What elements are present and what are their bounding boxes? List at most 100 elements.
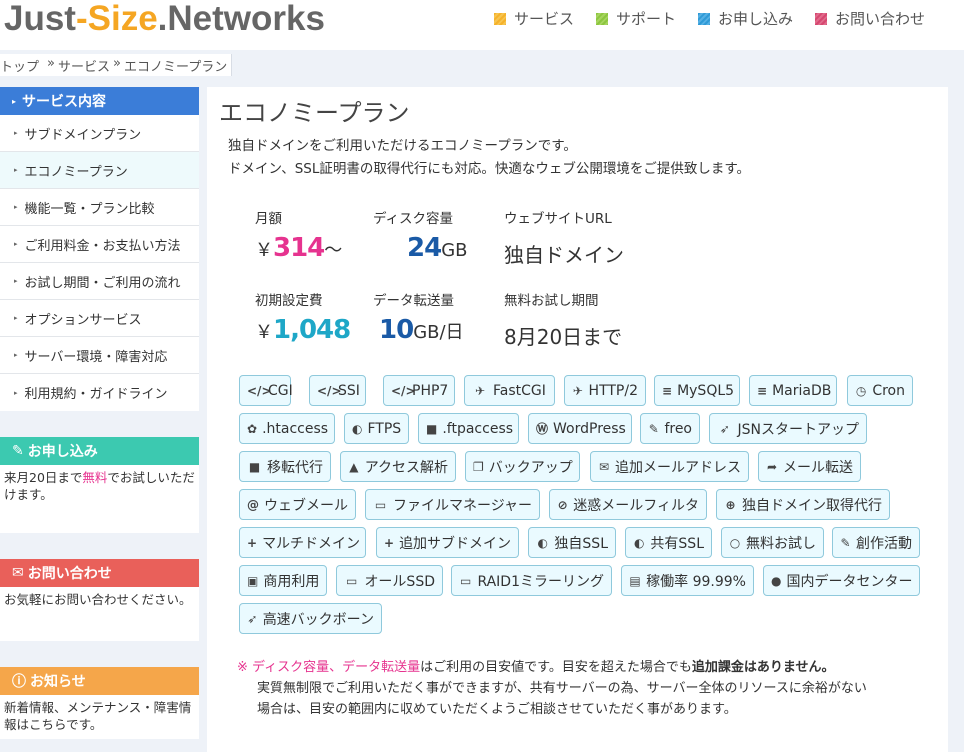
feature-tag: ◷ Cron [847, 375, 913, 406]
feature-tag-label: 独自SSL [554, 535, 608, 552]
square-icon [494, 12, 506, 25]
nav-support[interactable]: サポート [596, 8, 676, 29]
spec-disk: ディスク容量 24GB [373, 211, 468, 263]
feature-tag: ◐ 独自SSL [528, 527, 616, 558]
comment-icon: ○ [729, 535, 741, 550]
sidebar-item-economy-plan[interactable]: ▸ エコノミープラン [0, 152, 199, 189]
feature-tag: </> PHP7 [383, 375, 455, 406]
sidebar: ▸ サービス内容 ▸ サブドメインプラン ▸ エコノミープラン ▸ 機能一覧・プラン比較… [0, 87, 199, 739]
feature-tag-label: MariaDB [772, 382, 832, 399]
hdd-icon: ▭ [460, 573, 472, 588]
feature-tag-label: 移転代行 [267, 459, 323, 476]
triangle-right-icon: ▸ [14, 203, 18, 211]
breadcrumb-services[interactable]: サービス [58, 56, 110, 76]
feature-tag: + 追加サブドメイン [376, 527, 519, 558]
feature-tag: ⊘ 迷惑メールフィルタ [549, 489, 707, 520]
rocket-icon: ➶ [247, 611, 258, 626]
sidebar-item-options[interactable]: ▸ オプションサービス [0, 300, 199, 337]
map-marker-icon: ● [771, 573, 782, 588]
hdd-icon: ▭ [346, 573, 358, 588]
feature-tag: ≡ MariaDB [749, 375, 837, 406]
news-box: ⓘ お知らせ 新着情報、メンテナンス・障害情報はこちらです。 [0, 667, 199, 739]
feature-tag-label: 無料お試し [746, 535, 816, 552]
sidebar-item-subdomain-plan[interactable]: ▸ サブドメインプラン [0, 115, 199, 152]
feature-tag-label: WordPress [553, 420, 626, 437]
feature-tag-label: オールSSD [364, 573, 435, 590]
triangle-right-icon: ▸ [14, 129, 18, 137]
feature-tag-label: MySQL5 [677, 382, 735, 399]
breadcrumb-separator: » [113, 56, 121, 71]
feature-tag-label: 追加サブドメイン [399, 535, 512, 552]
triangle-right-icon: ▸ [14, 351, 18, 359]
at-icon: @ [247, 497, 259, 512]
feature-tag-label: 創作活動 [856, 535, 912, 552]
sidebar-item-trial[interactable]: ▸ お試し期間・ご利用の流れ [0, 263, 199, 300]
envelope-icon: ✉ [598, 459, 610, 474]
feature-tag: ◐ 共有SSL [625, 527, 712, 558]
setup-price: 1,048 [273, 315, 351, 345]
code-icon: </> [391, 383, 416, 398]
feature-tag-label: CGI [268, 382, 293, 399]
contact-box-heading[interactable]: ✉ お問い合わせ [0, 559, 199, 587]
feature-tag: ● 国内データセンター [763, 565, 920, 596]
feature-tag-label: 稼働率 99.99% [646, 573, 746, 590]
news-box-heading[interactable]: ⓘ お知らせ [0, 667, 199, 695]
feature-tag: ➶ JSNスタートアップ [709, 413, 867, 444]
feature-tag: Ⓦ WordPress [528, 413, 632, 444]
feature-tag-label: ウェブメール [264, 497, 348, 514]
nav-contact[interactable]: お問い合わせ [815, 8, 925, 29]
apply-box-heading[interactable]: ✎ お申し込み [0, 437, 199, 465]
apply-box-body: 来月20日まで無料でお試しいただけます。 [0, 465, 199, 533]
feature-tag: ▭ オールSSD [336, 565, 443, 596]
sidebar-item-features[interactable]: ▸ 機能一覧・プラン比較 [0, 189, 199, 226]
spec-trial: 無料お試し期間 8月20日まで [504, 293, 623, 349]
feature-tag: ❐ バックアップ [465, 451, 580, 482]
breadcrumb: トップ » サービス » エコノミープラン [0, 54, 233, 76]
edit-icon: ✎ [12, 443, 24, 459]
triangle-right-icon: ▸ [12, 96, 17, 106]
transfer-value: 10 [379, 315, 414, 345]
nav-apply[interactable]: お申し込み [698, 8, 793, 29]
spec-url: ウェブサイトURL 独自ドメイン [504, 211, 624, 267]
chart-icon: ▲ [349, 459, 359, 474]
plane-icon: ✈ [572, 383, 583, 398]
truck-icon: ■ [248, 459, 261, 474]
globe-icon: ⊕ [725, 497, 736, 512]
pencil-icon: ✎ [840, 535, 851, 550]
gear-icon: ✿ [247, 421, 258, 436]
spec-setup: 初期設定費 ￥1,048 [255, 293, 351, 345]
square-icon [596, 12, 609, 25]
nav-services[interactable]: サービス [494, 8, 574, 29]
feature-tag-label: .htaccess [262, 420, 329, 437]
top-nav: サービス サポート お申し込み お問い合わせ [494, 8, 947, 29]
clock-icon: ◷ [855, 383, 867, 398]
feature-tag: ✎ 創作活動 [832, 527, 920, 558]
feature-tag: </> SSI [309, 375, 366, 406]
triangle-right-icon: ▸ [14, 388, 18, 397]
feature-tag-label: 高速バックボーン [262, 611, 374, 628]
news-box-body: 新着情報、メンテナンス・障害情報はこちらです。 [0, 695, 199, 739]
breadcrumb-current: エコノミープラン [123, 60, 228, 75]
ban-icon: ⊘ [557, 497, 568, 512]
sidebar-item-pricing[interactable]: ▸ ご利用料金・お支払い方法 [0, 226, 199, 263]
square-icon [815, 12, 828, 25]
feature-tag-label: HTTP/2 [588, 382, 638, 399]
feature-tag: ✿ .htaccess [239, 413, 335, 444]
feature-tag: ▭ ファイルマネージャー [365, 489, 540, 520]
sidebar-item-environment[interactable]: ▸ サーバー環境・障害対応 [0, 337, 199, 374]
site-logo[interactable]: Just-Size.Networks [4, 0, 325, 38]
contact-box-body: お気軽にお問い合わせください。 [0, 587, 199, 641]
feature-tag-label: アクセス解析 [364, 459, 448, 476]
site-header: Just-Size.Networks サービス サポート お申し込み お問い合わ… [0, 0, 964, 50]
sidebar-item-terms[interactable]: ▸ 利用規約・ガイドライン [0, 374, 199, 411]
plus-icon: + [384, 535, 395, 550]
envelope-icon: ✉ [12, 565, 24, 581]
feature-tag-label: freo [664, 420, 692, 437]
feature-tag-label: 迷惑メールフィルタ [573, 497, 699, 514]
code-icon: </> [247, 383, 272, 398]
breadcrumb-home[interactable]: トップ [0, 56, 39, 76]
feature-tag-label: 共有SSL [650, 535, 704, 552]
feature-tag: ⊕ 独自ドメイン取得代行 [716, 489, 890, 520]
feature-tag: ▤ 稼働率 99.99% [621, 565, 754, 596]
usage-note: ※ ディスク容量、データ転送量はご利用の目安値です。目安を超えた場合でも追加課金… [237, 660, 867, 717]
